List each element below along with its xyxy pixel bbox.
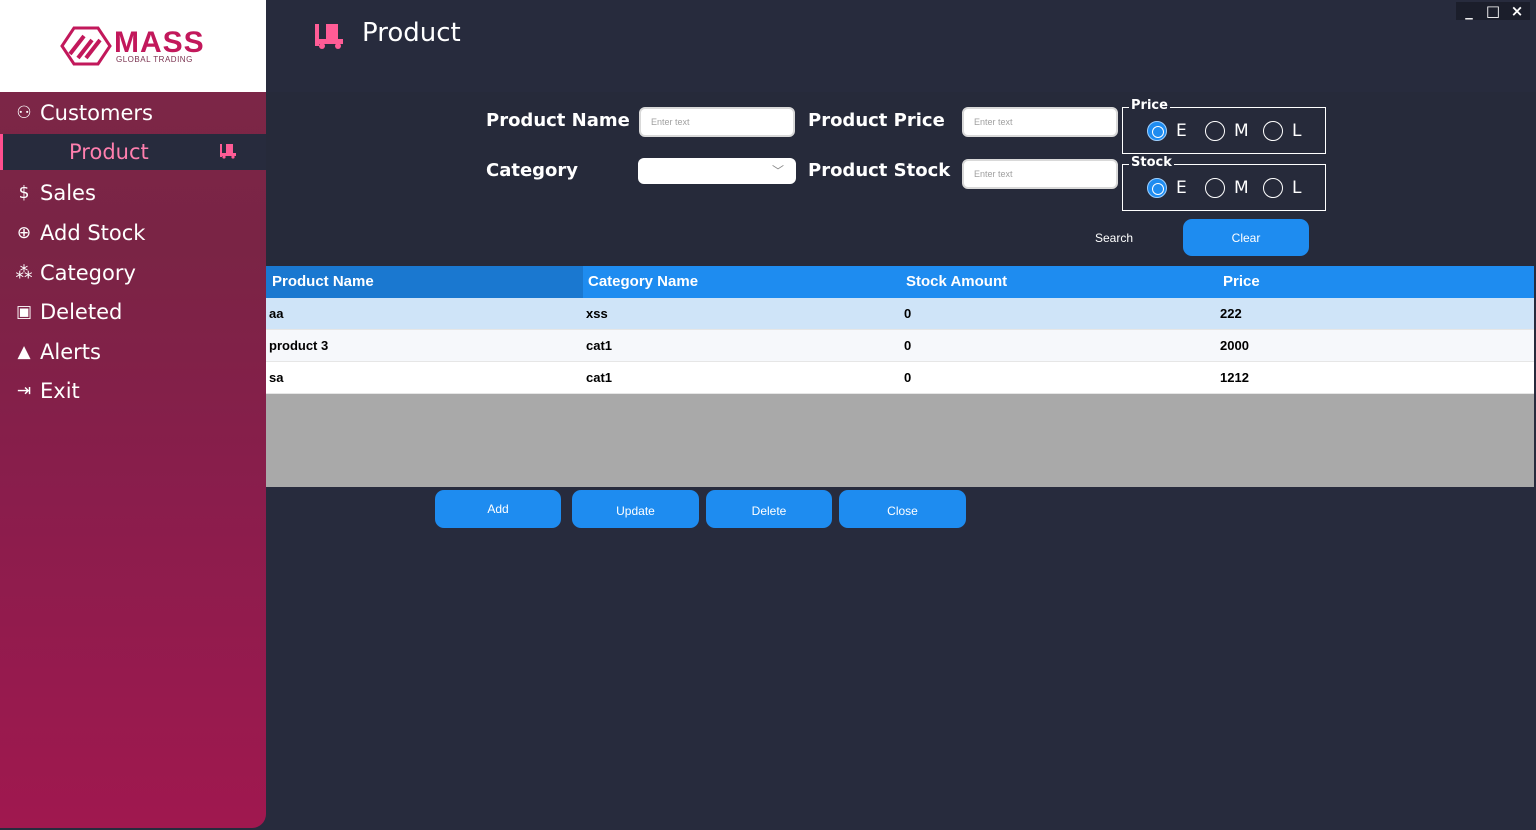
archive-icon: ▣ [15, 302, 33, 322]
sidebar-item-product[interactable]: Product [0, 134, 266, 170]
radio-label: M [1234, 121, 1249, 141]
column-header-category-name[interactable]: Category Name [588, 273, 698, 290]
window-controls: _ □ × [1456, 2, 1530, 20]
radio-unchecked-icon [1263, 178, 1283, 198]
sidebar-item-exit[interactable]: ⇥ Exit [0, 373, 266, 409]
sidebar-item-deleted[interactable]: ▣ Deleted [0, 294, 266, 330]
product-name-input[interactable] [639, 107, 795, 137]
column-header-price[interactable]: Price [1223, 273, 1260, 290]
sidebar-item-label: Deleted [40, 300, 123, 324]
cell-price: 222 [1220, 306, 1242, 321]
product-stock-input[interactable] [962, 159, 1118, 189]
table-row[interactable]: aa xss 0 222 [266, 298, 1534, 330]
column-header-stock-amount[interactable]: Stock Amount [906, 273, 1007, 290]
forklift-icon [220, 144, 236, 159]
cell-product-name: aa [269, 306, 284, 321]
radio-label: L [1292, 178, 1302, 198]
plus-circle-icon: ⊕ [16, 223, 32, 243]
cell-product-name: sa [269, 370, 284, 385]
sidebar-item-label: Customers [40, 101, 153, 125]
logo-mark-icon [60, 26, 112, 66]
sidebar-item-label: Category [40, 261, 136, 285]
cell-stock-amount: 0 [904, 338, 912, 353]
stock-option-e[interactable]: E [1147, 178, 1187, 198]
product-table: Product Name Category Name Stock Amount … [266, 266, 1534, 487]
product-price-label: Product Price [808, 110, 945, 131]
cell-price: 1212 [1220, 370, 1249, 385]
clear-button[interactable]: Clear [1183, 219, 1309, 256]
radio-checked-icon [1147, 178, 1167, 198]
radio-unchecked-icon [1205, 121, 1225, 141]
minimize-button[interactable]: _ [1459, 2, 1479, 20]
radio-unchecked-icon [1205, 178, 1225, 198]
delete-button[interactable]: Delete [706, 490, 832, 528]
sidebar-item-customers[interactable]: ⚇ Customers [0, 95, 266, 131]
radio-label: L [1292, 121, 1302, 141]
cell-category-name: cat1 [586, 338, 613, 353]
sidebar-item-label: Product [69, 140, 149, 164]
exit-icon: ⇥ [16, 381, 32, 401]
cell-category-name: xss [586, 306, 608, 321]
chevron-down-icon: ﹀ [771, 164, 784, 178]
sidebar: MASS GLOBAL TRADING ⚇ Customers Product … [0, 0, 266, 828]
cell-category-name: cat1 [586, 370, 613, 385]
table-row[interactable]: product 3 cat1 0 2000 [266, 330, 1534, 362]
product-name-label: Product Name [486, 110, 630, 131]
radio-checked-icon [1147, 121, 1167, 141]
sidebar-item-category[interactable]: ⁂ Category [0, 255, 266, 291]
table-header: Product Name Category Name Stock Amount … [266, 266, 1534, 298]
cell-stock-amount: 0 [904, 370, 912, 385]
logo: MASS GLOBAL TRADING [0, 0, 266, 92]
category-select[interactable]: ﹀ [638, 158, 796, 184]
sidebar-item-label: Alerts [40, 340, 101, 364]
add-button[interactable]: Add [435, 490, 561, 528]
cell-product-name: product 3 [269, 338, 329, 353]
search-button[interactable]: Search [1095, 231, 1133, 245]
close-button[interactable]: Close [839, 490, 966, 528]
column-header-product-name[interactable]: Product Name [272, 273, 374, 290]
sidebar-item-label: Sales [40, 181, 96, 205]
sidebar-item-add-stock[interactable]: ⊕ Add Stock [0, 215, 266, 251]
table-row[interactable]: sa cat1 0 1212 [266, 362, 1534, 394]
stock-group-legend: Stock [1129, 155, 1174, 170]
price-option-l[interactable]: L [1263, 121, 1301, 141]
logo-subtitle: GLOBAL TRADING [116, 55, 193, 64]
product-price-input[interactable] [962, 107, 1118, 137]
warning-icon: ▲ [17, 342, 31, 362]
forklift-icon [315, 24, 343, 49]
sales-hand-icon: $ [18, 183, 30, 203]
price-option-m[interactable]: M [1205, 121, 1249, 141]
sidebar-item-label: Exit [40, 379, 80, 403]
stock-radio-group: Stock E M L [1122, 155, 1326, 211]
sidebar-item-alerts[interactable]: ▲ Alerts [0, 334, 266, 370]
sidebar-item-sales[interactable]: $ Sales [0, 175, 266, 211]
stock-option-l[interactable]: L [1263, 178, 1301, 198]
radio-label: E [1176, 121, 1187, 141]
cell-stock-amount: 0 [904, 306, 912, 321]
radio-label: E [1176, 178, 1187, 198]
close-window-button[interactable]: × [1507, 2, 1527, 20]
radio-label: M [1234, 178, 1249, 198]
product-stock-label: Product Stock [808, 160, 951, 181]
product-window: MASS GLOBAL TRADING ⚇ Customers Product … [0, 0, 1536, 830]
customers-icon: ⚇ [16, 103, 32, 123]
price-radio-group: Price E M L [1122, 98, 1326, 154]
sitemap-icon: ⁂ [15, 263, 33, 283]
page-title: Product [362, 18, 461, 48]
maximize-button[interactable]: □ [1483, 2, 1503, 20]
price-group-legend: Price [1129, 98, 1170, 113]
radio-unchecked-icon [1263, 121, 1283, 141]
sidebar-item-label: Add Stock [40, 221, 146, 245]
cell-price: 2000 [1220, 338, 1249, 353]
category-label: Category [486, 160, 579, 181]
update-button[interactable]: Update [572, 490, 699, 528]
price-option-e[interactable]: E [1147, 121, 1187, 141]
stock-option-m[interactable]: M [1205, 178, 1249, 198]
